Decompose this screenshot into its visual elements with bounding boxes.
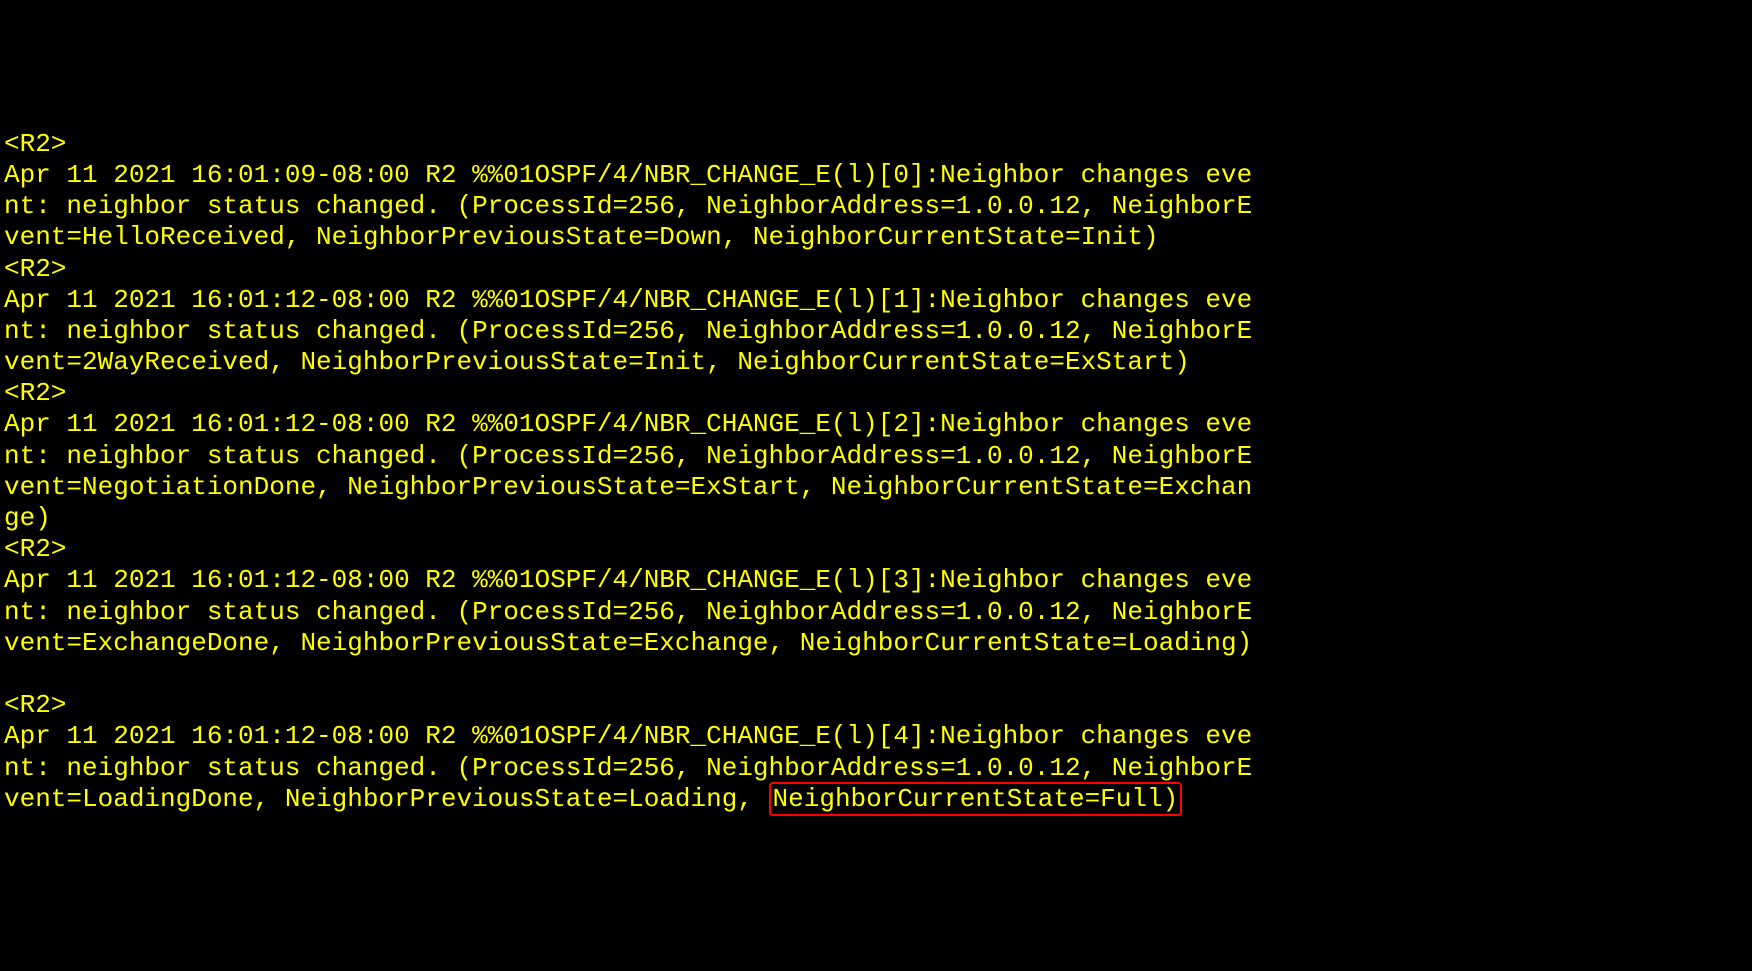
router-prompt: <R2>	[4, 129, 1748, 160]
terminal-output: <R2>Apr 11 2021 16:01:09-08:00 R2 %%01OS…	[4, 129, 1748, 815]
log-line: nt: neighbor status changed. (ProcessId=…	[4, 441, 1748, 472]
router-prompt: <R2>	[4, 534, 1748, 565]
log-line: Apr 11 2021 16:01:12-08:00 R2 %%01OSPF/4…	[4, 565, 1748, 596]
neighbor-state-full-highlight: NeighborCurrentState=Full)	[769, 782, 1183, 816]
log-line: Apr 11 2021 16:01:09-08:00 R2 %%01OSPF/4…	[4, 160, 1748, 191]
router-prompt: <R2>	[4, 378, 1748, 409]
log-line: vent=LoadingDone, NeighborPreviousState=…	[4, 784, 1748, 815]
log-line: Apr 11 2021 16:01:12-08:00 R2 %%01OSPF/4…	[4, 285, 1748, 316]
log-line: nt: neighbor status changed. (ProcessId=…	[4, 191, 1748, 222]
router-prompt: <R2>	[4, 690, 1748, 721]
log-line: vent=ExchangeDone, NeighborPreviousState…	[4, 628, 1748, 659]
log-line: vent=NegotiationDone, NeighborPreviousSt…	[4, 472, 1748, 503]
log-line: nt: neighbor status changed. (ProcessId=…	[4, 753, 1748, 784]
log-line: vent=HelloReceived, NeighborPreviousStat…	[4, 222, 1748, 253]
log-line: Apr 11 2021 16:01:12-08:00 R2 %%01OSPF/4…	[4, 721, 1748, 752]
log-line: vent=2WayReceived, NeighborPreviousState…	[4, 347, 1748, 378]
log-line: nt: neighbor status changed. (ProcessId=…	[4, 316, 1748, 347]
router-prompt: <R2>	[4, 254, 1748, 285]
log-line: ge)	[4, 503, 1748, 534]
blank-line	[4, 659, 1748, 690]
log-line: nt: neighbor status changed. (ProcessId=…	[4, 597, 1748, 628]
log-text: vent=LoadingDone, NeighborPreviousState=…	[4, 784, 769, 814]
log-line: Apr 11 2021 16:01:12-08:00 R2 %%01OSPF/4…	[4, 409, 1748, 440]
